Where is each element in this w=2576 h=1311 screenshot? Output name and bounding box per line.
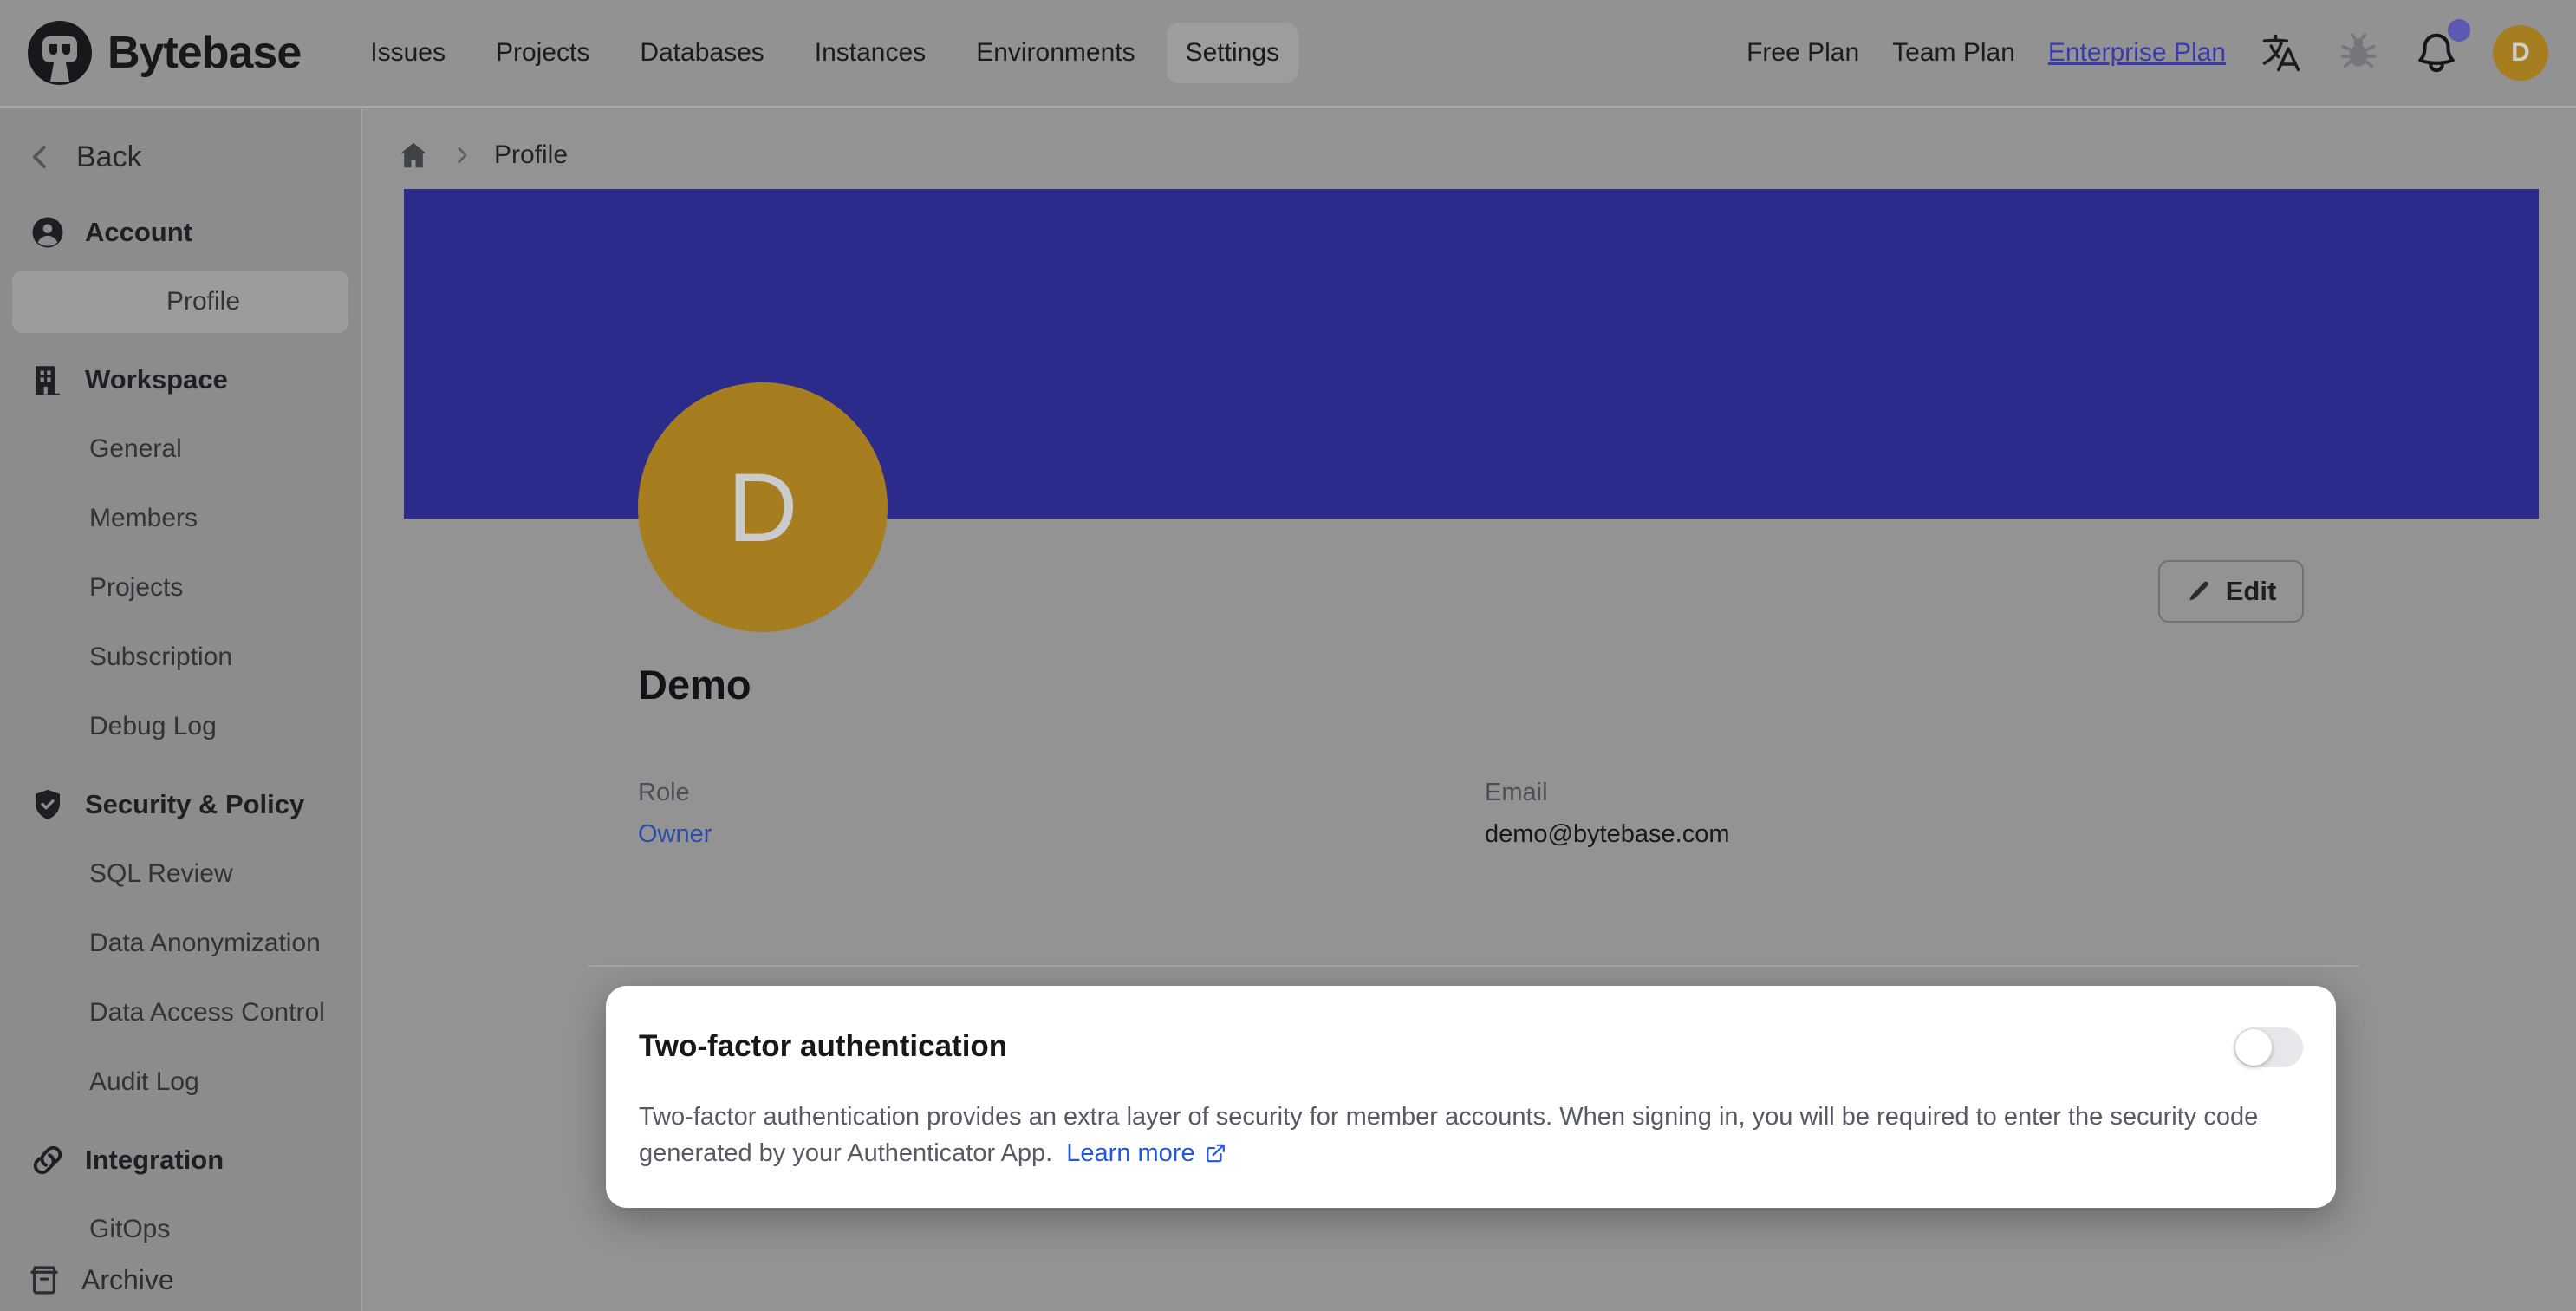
sidebar-item-audit-log[interactable]: Audit Log <box>0 1047 361 1117</box>
shield-icon <box>29 786 66 823</box>
link-icon <box>29 1142 66 1178</box>
bytebase-logo[interactable]: Bytebase <box>28 21 301 85</box>
two-factor-toggle[interactable] <box>2234 1027 2303 1067</box>
sidebar-item-sql-review[interactable]: SQL Review <box>0 839 361 909</box>
free-plan-button[interactable]: Free Plan <box>1747 38 1859 68</box>
breadcrumb-current: Profile <box>494 140 568 170</box>
edit-button-label: Edit <box>2226 576 2277 607</box>
main-nav: Issues Projects Databases Instances Envi… <box>351 23 1298 83</box>
profile-avatar: D <box>638 382 888 632</box>
user-avatar-button[interactable]: D <box>2493 25 2548 81</box>
two-factor-title: Two-factor authentication <box>639 1029 1007 1064</box>
chevron-left-icon <box>24 140 57 173</box>
sidebar-group-workspace: Workspace <box>0 345 361 414</box>
sidebar-item-projects[interactable]: Projects <box>0 553 361 623</box>
enterprise-plan-link[interactable]: Enterprise Plan <box>2048 38 2226 68</box>
sidebar-item-profile[interactable]: Profile <box>12 271 348 333</box>
edit-profile-button[interactable]: Edit <box>2158 560 2304 623</box>
breadcrumb: Profile <box>397 134 568 177</box>
two-factor-card: Two-factor authentication Two-factor aut… <box>606 986 2336 1208</box>
home-icon[interactable] <box>397 139 430 172</box>
archive-icon <box>26 1262 62 1298</box>
sidebar-item-data-anonymization[interactable]: Data Anonymization <box>0 909 361 978</box>
team-plan-button[interactable]: Team Plan <box>1892 38 2015 68</box>
user-icon <box>29 214 66 251</box>
email-value: demo@bytebase.com <box>1485 820 1730 849</box>
back-label: Back <box>76 140 142 174</box>
translate-icon[interactable] <box>2259 30 2304 75</box>
description-line-2: generated by your Authenticator App. Lea… <box>639 1135 2258 1171</box>
section-divider <box>588 965 2359 967</box>
bell-icon[interactable] <box>2413 29 2460 76</box>
sidebar-group-security: Security & Policy <box>0 770 361 839</box>
back-button[interactable]: Back <box>0 125 361 189</box>
bytebase-logo-icon <box>28 21 92 85</box>
nav-instances[interactable]: Instances <box>796 23 945 83</box>
bug-icon[interactable] <box>2337 31 2380 75</box>
sidebar-group-integration: Integration <box>0 1125 361 1195</box>
settings-sidebar: Back Account Profile Workspace General M… <box>0 109 362 1311</box>
pencil-icon <box>2186 578 2212 604</box>
logo-text: Bytebase <box>107 27 301 79</box>
profile-name: Demo <box>638 661 751 708</box>
toggle-knob <box>2235 1029 2272 1066</box>
role-label: Role <box>638 779 690 807</box>
nav-issues[interactable]: Issues <box>351 23 465 83</box>
sidebar-item-data-access-control[interactable]: Data Access Control <box>0 978 361 1047</box>
chevron-right-icon <box>451 144 473 166</box>
two-factor-description: Two-factor authentication provides an ex… <box>639 1099 2258 1171</box>
learn-more-link[interactable]: Learn more <box>1066 1135 1226 1171</box>
navbar-right: Free Plan Team Plan Enterprise Plan D <box>1747 25 2548 81</box>
building-icon <box>29 362 66 398</box>
nav-settings[interactable]: Settings <box>1167 23 1298 83</box>
description-line-1: Two-factor authentication provides an ex… <box>639 1099 2258 1135</box>
sidebar-item-debug-log[interactable]: Debug Log <box>0 692 361 761</box>
sidebar-item-gitops[interactable]: GitOps <box>0 1195 361 1249</box>
sidebar-item-subscription[interactable]: Subscription <box>0 623 361 692</box>
nav-databases[interactable]: Databases <box>621 23 783 83</box>
sidebar-item-members[interactable]: Members <box>0 484 361 553</box>
notification-dot <box>2448 19 2470 42</box>
sidebar-item-general[interactable]: General <box>0 414 361 484</box>
external-link-icon <box>1204 1142 1226 1164</box>
main-content: Profile D Edit Demo Role Owner Email dem… <box>364 109 2576 1311</box>
sidebar-group-account: Account <box>0 198 361 267</box>
top-navbar: Bytebase Issues Projects Databases Insta… <box>0 0 2576 108</box>
email-label: Email <box>1485 779 1548 807</box>
nav-projects[interactable]: Projects <box>477 23 608 83</box>
sidebar-scroll-area: Back Account Profile Workspace General M… <box>0 109 361 1249</box>
role-value-link[interactable]: Owner <box>638 820 712 849</box>
nav-environments[interactable]: Environments <box>957 23 1154 83</box>
sidebar-item-archive[interactable]: Archive <box>0 1249 361 1311</box>
